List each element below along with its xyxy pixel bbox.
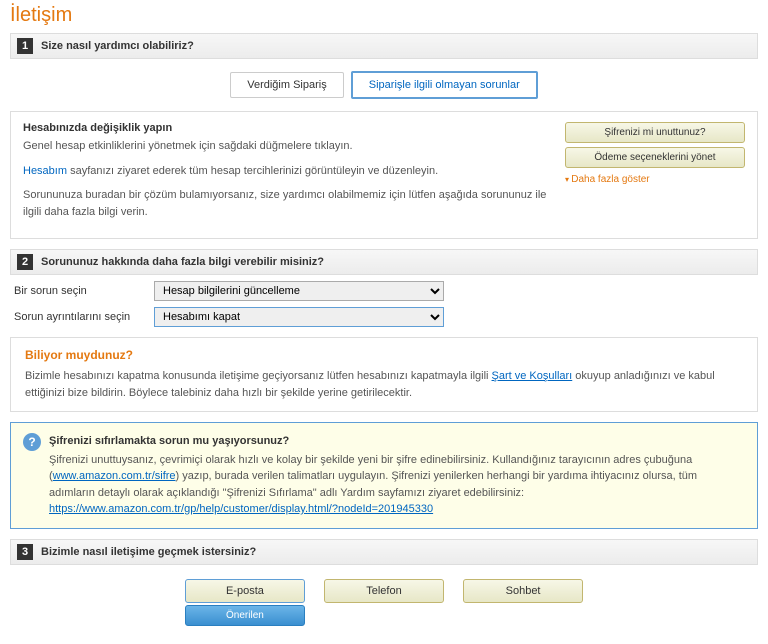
issue-select[interactable]: Hesap bilgilerini güncelleme <box>154 281 444 301</box>
detail-select-label: Sorun ayrıntılarını seçin <box>14 311 154 323</box>
alert-title: Şifrenizi sıfırlamakta sorun mu yaşıyors… <box>49 433 745 450</box>
page-title: İletişim <box>10 4 758 27</box>
side-buttons: Şifrenizi mi unuttunuz? Ödeme seçenekler… <box>565 122 745 228</box>
info-text: Bizimle hesabınızı kapatma konusunda ile… <box>25 368 743 401</box>
contact-options: E-posta Önerilen Telefon Sohbet <box>10 579 758 626</box>
phone-group: Telefon <box>324 579 444 603</box>
phone-button[interactable]: Telefon <box>324 579 444 603</box>
box-line3: Sorununuza buradan bir çözüm bulamıyorsa… <box>23 187 555 220</box>
box-line1: Genel hesap etkinliklerini yönetmek için… <box>23 138 555 155</box>
account-change-box: Hesabınızda değişiklik yapın Genel hesap… <box>10 111 758 239</box>
tab-order[interactable]: Verdiğim Sipariş <box>230 72 343 98</box>
info-title: Biliyor muydunuz? <box>25 348 743 362</box>
tab-non-order[interactable]: Siparişle ilgili olmayan sorunlar <box>351 71 538 99</box>
account-change-text: Hesabınızda değişiklik yapın Genel hesap… <box>23 122 555 228</box>
step1-header: 1 Size nasıl yardımcı olabiliriz? <box>10 33 758 59</box>
terms-link[interactable]: Şart ve Koşulları <box>492 370 573 382</box>
step3-num: 3 <box>17 544 33 560</box>
account-link[interactable]: Hesabım <box>23 165 67 177</box>
alert-content: Şifrenizi sıfırlamakta sorun mu yaşıyors… <box>49 433 745 518</box>
detail-select[interactable]: Hesabımı kapat <box>154 307 444 327</box>
box-line2: Hesabım sayfanızı ziyaret ederek tüm hes… <box>23 163 555 180</box>
step1-num: 1 <box>17 38 33 54</box>
email-button[interactable]: E-posta <box>185 579 305 603</box>
step2-num: 2 <box>17 254 33 270</box>
help-page-link[interactable]: https://www.amazon.com.tr/gp/help/custom… <box>49 503 433 515</box>
info-icon: ? <box>23 433 41 451</box>
tab-bar: Verdiğim Sipariş Siparişle ilgili olmaya… <box>10 71 758 99</box>
recommended-badge: Önerilen <box>185 605 305 626</box>
email-group: E-posta Önerilen <box>185 579 305 626</box>
step2-header: 2 Sorununuz hakkında daha fazla bilgi ve… <box>10 249 758 275</box>
detail-select-row: Sorun ayrıntılarını seçin Hesabımı kapat <box>10 307 758 327</box>
box-title: Hesabınızda değişiklik yapın <box>23 122 555 134</box>
step3-label: Bizimle nasıl iletişime geçmek istersini… <box>41 546 256 558</box>
step3-header: 3 Bizimle nasıl iletişime geçmek istersi… <box>10 539 758 565</box>
show-more-link[interactable]: Daha fazla göster <box>565 174 745 185</box>
issue-select-label: Bir sorun seçin <box>14 285 154 297</box>
manage-payment-button[interactable]: Ödeme seçeneklerini yönet <box>565 147 745 168</box>
forgot-password-button[interactable]: Şifrenizi mi unuttunuz? <box>565 122 745 143</box>
chat-button[interactable]: Sohbet <box>463 579 583 603</box>
step2-label: Sorununuz hakkında daha fazla bilgi vere… <box>41 256 324 268</box>
sifre-link[interactable]: www.amazon.com.tr/sifre <box>53 470 176 482</box>
chat-group: Sohbet <box>463 579 583 603</box>
step1-label: Size nasıl yardımcı olabiliriz? <box>41 40 194 52</box>
did-you-know-box: Biliyor muydunuz? Bizimle hesabınızı kap… <box>10 337 758 412</box>
issue-select-row: Bir sorun seçin Hesap bilgilerini güncel… <box>10 281 758 301</box>
